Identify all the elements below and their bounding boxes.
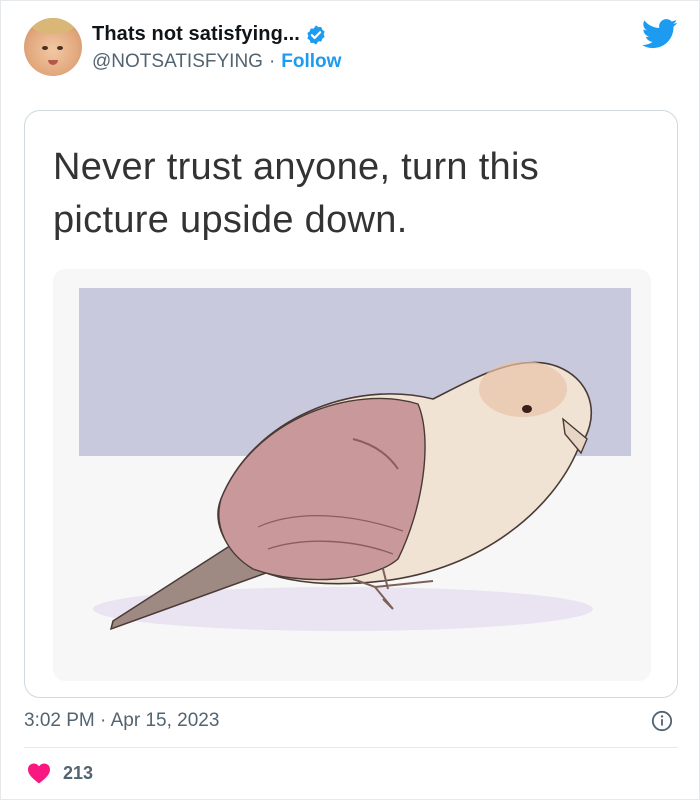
- like-count: 213: [63, 762, 94, 783]
- bird-drawing: [79, 288, 631, 631]
- tweet-embed: Thats not satisfying... @NOTSATISFYING ·…: [0, 0, 700, 800]
- author-handle[interactable]: @NOTSATISFYING: [92, 51, 263, 73]
- meme-caption-line: picture upside down.: [53, 199, 408, 241]
- author-display-name[interactable]: Thats not satisfying...: [92, 23, 300, 46]
- heart-icon[interactable]: [27, 762, 51, 784]
- meme-caption: Never trust anyone, turn this picture up…: [53, 141, 653, 247]
- follow-button[interactable]: Follow: [281, 51, 341, 73]
- footer-divider: [24, 747, 678, 748]
- author-name-row: Thats not satisfying...: [92, 23, 327, 46]
- avatar-eye: [42, 46, 48, 50]
- avatar[interactable]: [24, 18, 82, 76]
- bird-eye: [522, 405, 532, 413]
- verified-badge-icon: [307, 24, 325, 45]
- twitter-bird-icon[interactable]: [642, 19, 678, 49]
- tweet-media-card[interactable]: Never trust anyone, turn this picture up…: [24, 110, 678, 698]
- like-action[interactable]: 213: [27, 762, 93, 784]
- info-icon[interactable]: [651, 710, 673, 732]
- avatar-eye: [57, 46, 63, 50]
- separator-dot: ·: [268, 51, 276, 72]
- avatar-hair: [30, 18, 76, 34]
- meme-caption-line: Never trust anyone, turn this: [53, 146, 540, 188]
- tweet-timestamp[interactable]: 3:02 PM · Apr 15, 2023: [24, 710, 219, 732]
- avatar-mouth: [48, 60, 58, 65]
- author-handle-row: @NOTSATISFYING · Follow: [92, 51, 341, 73]
- bird-illustration: [53, 269, 651, 681]
